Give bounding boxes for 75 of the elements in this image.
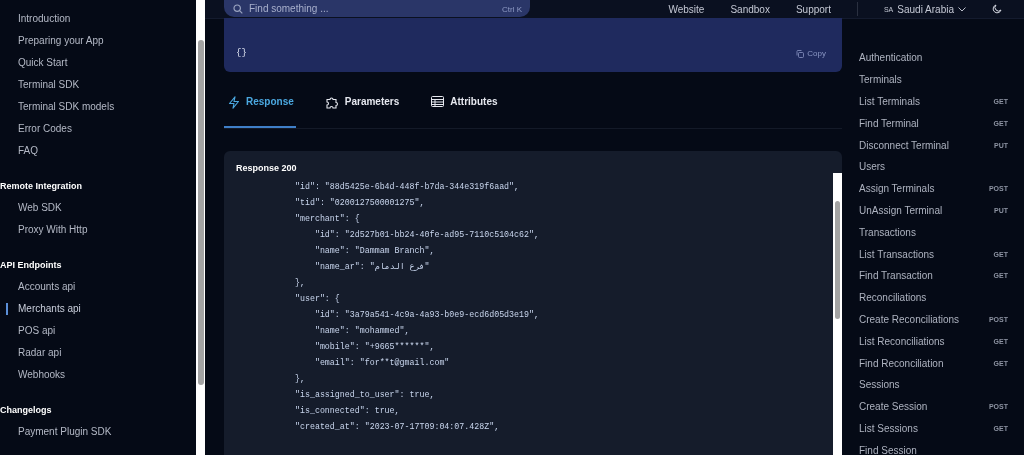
nav-link[interactable]: Web SDK	[0, 197, 199, 219]
code-line: "is_assigned_to_user": true,	[295, 389, 436, 401]
toc-link[interactable]: Find Terminal	[859, 117, 919, 129]
code-line: "email": "for**t@gmail.com"	[313, 357, 451, 369]
tab[interactable]: Attributes	[427, 91, 500, 128]
toc-link[interactable]: List Sessions	[859, 422, 918, 434]
code-line: "name": "mohammed",	[313, 325, 411, 337]
tab[interactable]: Parameters	[321, 91, 402, 128]
toc-link[interactable]: Reconciliations	[859, 292, 927, 304]
toc-link[interactable]: Users	[859, 161, 886, 173]
toc-link[interactable]: Assign Terminals	[859, 183, 935, 195]
toc-link[interactable]: Disconnect Terminal	[859, 139, 949, 151]
toc-link[interactable]: Find Session	[859, 444, 917, 455]
lightning-bolt-icon	[228, 96, 240, 109]
code-line: "name_ar": "فرع الدمام"	[313, 261, 431, 273]
header-link[interactable]: Sandbox	[730, 3, 770, 15]
section-heading: Remote Integration	[0, 180, 83, 193]
table-icon	[431, 96, 445, 107]
shortcut-hint: Ctrl K	[502, 5, 522, 14]
code-line: "name": "Dammam Branch",	[313, 245, 436, 257]
code-line: "mobile": "+9665******",	[313, 341, 436, 353]
tab[interactable]: Response	[224, 91, 296, 128]
header-link[interactable]: Support	[795, 3, 831, 15]
nav-link[interactable]: Webhooks	[0, 364, 199, 386]
nav-link[interactable]: Preparing your App	[0, 30, 199, 52]
moon-icon[interactable]	[992, 4, 1002, 14]
code-line: "id": "88d5425e-6b4d-448f-b7da-344e319f6aad",	[295, 181, 521, 193]
copy-icon	[796, 49, 805, 58]
toc-link[interactable]: Find Reconciliation	[859, 357, 944, 369]
nav-link[interactable]: Payment Plugin SDK	[0, 421, 199, 443]
search-field[interactable]: Find something ... Ctrl K	[224, 0, 530, 17]
nav-link[interactable]: FAQ	[0, 140, 199, 162]
toc-link[interactable]: Create Reconciliations	[859, 313, 960, 325]
header-link[interactable]: Website	[668, 3, 705, 15]
code-line: },	[295, 277, 306, 289]
code-line: "id": "2d527b01-bb24-40fe-ad95-7110c5104c62",	[313, 229, 540, 241]
chevron-down-icon	[958, 6, 966, 12]
toc-link[interactable]: Authentication	[859, 52, 923, 64]
copy-button[interactable]: Copy	[796, 49, 826, 58]
section-heading: API Endpoints	[0, 259, 63, 272]
toc-link[interactable]: Transactions	[859, 226, 916, 238]
nav-link[interactable]: Radar api	[0, 342, 199, 364]
code-line: "user": {	[295, 293, 341, 305]
nav-link[interactable]: Proxy With Http	[0, 219, 199, 241]
code-line: "is_connected": true,	[295, 405, 401, 417]
code-line: "id": "3a79a541-4c9a-4a93-b0e9-ecd6d05d3e19",	[313, 309, 540, 321]
toc-link[interactable]: List Reconciliations	[859, 335, 945, 347]
search-icon	[233, 4, 243, 14]
nav-link[interactable]: POS api	[0, 320, 199, 342]
nav-link[interactable]: Merchants api	[0, 298, 199, 320]
scrollbar[interactable]	[196, 0, 205, 455]
nav-link[interactable]: Accounts api	[0, 276, 199, 298]
nav-link[interactable]: Introduction	[0, 8, 199, 30]
toc-link[interactable]: UnAssign Terminal	[859, 204, 943, 216]
scrollbar[interactable]	[833, 173, 842, 455]
toc-link[interactable]: Terminals	[859, 74, 902, 86]
nav-link[interactable]: Quick Start	[0, 52, 199, 74]
toc-link[interactable]: List Transactions	[859, 248, 935, 260]
code-line: "merchant": {	[295, 213, 361, 225]
toc-link[interactable]: Sessions	[859, 379, 900, 391]
search-input[interactable]: Find something ...	[249, 3, 496, 14]
region-selector[interactable]: Saudi Arabia	[897, 3, 954, 15]
section-heading: Changelogs	[0, 404, 53, 417]
toc-link[interactable]: List Terminals	[859, 96, 920, 107]
code-line: "created_at": "2023-07-17T09:04:07.428Z",	[295, 421, 501, 433]
panel-title: Response 200	[235, 162, 298, 173]
code-line: },	[295, 373, 306, 385]
puzzle-piece-icon	[325, 96, 339, 109]
toc-link[interactable]: Find Transaction	[859, 270, 933, 282]
code-line: "tid": "0200127500001275",	[295, 197, 426, 209]
nav-link[interactable]: Error Codes	[0, 118, 199, 140]
nav-link[interactable]: Terminal SDK models	[0, 96, 199, 118]
toc-link[interactable]: Create Session	[859, 401, 928, 413]
code-text: {}	[236, 48, 247, 58]
nav-link[interactable]: Terminal SDK	[0, 74, 199, 96]
